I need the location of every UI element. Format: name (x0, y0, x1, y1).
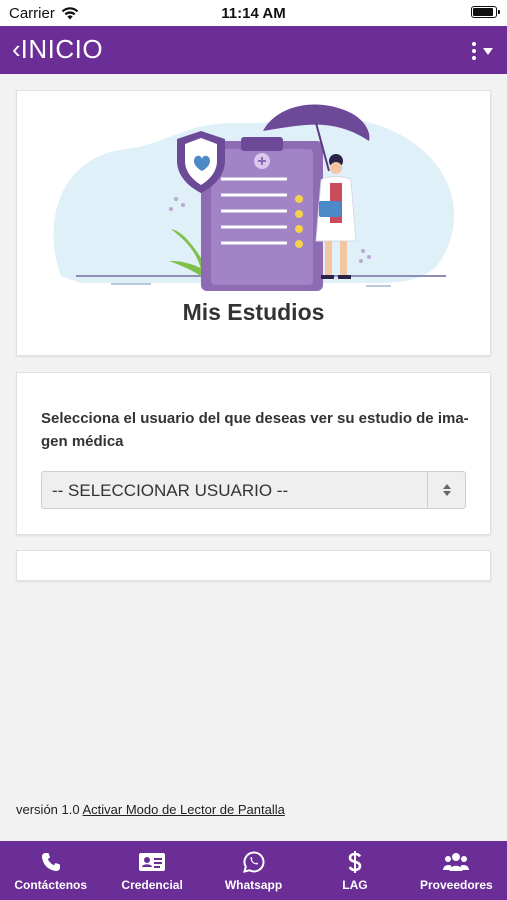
page-title: INICIO (20, 34, 104, 64)
screen-reader-mode-link[interactable]: Activar Modo de Lector de Pantalla (83, 802, 285, 817)
whatsapp-icon (242, 851, 265, 873)
select-prompt: Selecciona el usuario del que deseas ver… (41, 407, 471, 453)
footer: versión 1.0 Activar Modo de Lector de Pa… (16, 802, 285, 817)
tab-label: Proveedores (419, 878, 493, 892)
tab-credencial[interactable]: Credencial (101, 841, 202, 900)
clock: 11:14 AM (221, 5, 286, 22)
tab-proveedores[interactable]: Proveedores (406, 841, 507, 900)
tab-label: Whatsapp (224, 878, 283, 892)
chevron-left-icon: ‹ (12, 34, 21, 64)
id-card-icon (139, 853, 166, 871)
nav-bar: ‹ INICIO (0, 26, 507, 74)
select-arrows-icon (427, 472, 465, 508)
tab-label: Credencial (121, 878, 183, 892)
doctor-clipboard-illustration (53, 104, 455, 291)
tab-whatsapp[interactable]: Whatsapp (203, 841, 304, 900)
status-bar: Carrier 11:14 AM (0, 0, 507, 26)
results-card (16, 550, 491, 581)
tab-label: LAG (342, 878, 368, 892)
battery-icon (471, 6, 500, 18)
bottom-tab-bar: Contáctenos Credencial Whatsapp LAG Prov… (0, 841, 507, 900)
select-prompt-line-2: gen médica (41, 433, 124, 450)
user-select[interactable]: -- SELECCIONAR USUARIO -- (41, 471, 466, 509)
tab-lag[interactable]: LAG (304, 841, 405, 900)
hero-card: Mis Estudios (16, 90, 491, 356)
back-button[interactable]: ‹ INICIO (12, 34, 103, 64)
more-menu-button[interactable] (472, 42, 493, 60)
tab-label: Contáctenos (14, 878, 88, 892)
version-label: versión 1.0 (16, 802, 80, 817)
caret-down-icon (483, 47, 493, 55)
tab-contactenos[interactable]: Contáctenos (0, 841, 101, 900)
user-select-value: -- SELECCIONAR USUARIO -- (52, 481, 289, 500)
select-prompt-line-1: Selecciona el usuario del que deseas ver… (41, 410, 469, 427)
phone-icon (41, 853, 60, 871)
section-title: Mis Estudios (182, 299, 325, 325)
more-vertical-icon (472, 42, 476, 60)
user-select-card: Selecciona el usuario del que deseas ver… (16, 372, 491, 535)
users-icon (443, 853, 470, 871)
dollar-icon (348, 851, 362, 873)
